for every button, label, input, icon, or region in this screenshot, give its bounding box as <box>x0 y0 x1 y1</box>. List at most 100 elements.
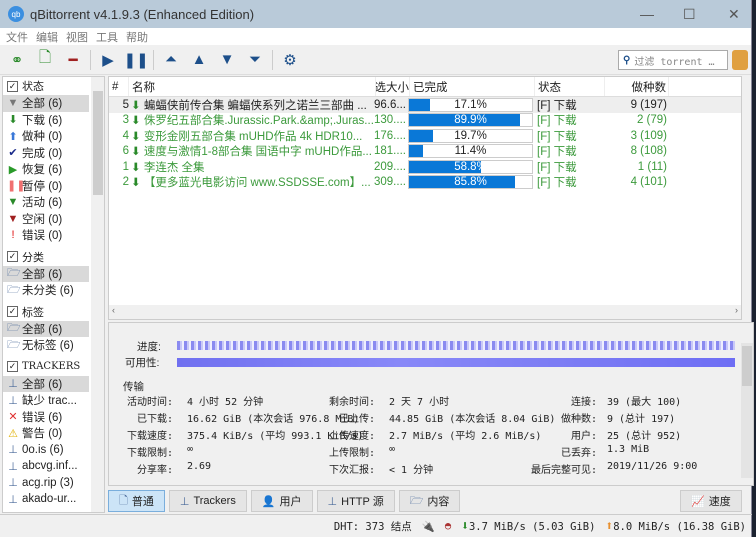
torrent-seeds: 3 (109) <box>630 129 667 142</box>
exclamation-icon: ! <box>11 229 15 242</box>
category-item[interactable]: 🗁 未分类 (6) <box>3 282 89 299</box>
table-row[interactable]: 1 ⬇ 李连杰 全集 209.... 58.8% [F] 下载 1 (11) <box>109 159 741 175</box>
minimize-button[interactable]: — <box>640 6 654 22</box>
scrollbar-thumb[interactable] <box>93 91 103 195</box>
tag-header[interactable]: ✓ 标签 <box>3 303 104 321</box>
details-scrollbar[interactable] <box>741 343 753 478</box>
category-header[interactable]: ✓ 分类 <box>3 248 104 266</box>
torrent-name: 速度与激情1-8部合集 国语中字 mUHD作品... <box>143 146 372 159</box>
connection-status-icon[interactable]: 🔌 <box>422 520 435 533</box>
status-filter-item[interactable]: ▼ 全部 (6) <box>3 95 89 112</box>
arrow-down-icon: ⬇ <box>8 114 18 127</box>
status-bar: DHT: 373 结点 🔌 ◓ ⬇3.7 MiB/s (5.03 GiB) ⬆8… <box>0 514 752 537</box>
tag-item[interactable]: 🗁 全部 (6) <box>3 320 89 337</box>
gear-icon[interactable]: ⚙ <box>279 49 301 71</box>
status-filter-item[interactable]: ✔ 完成 (0) <box>3 145 89 162</box>
app-window: qb qBittorrent v4.1.9.3 (Enhanced Editio… <box>0 0 754 537</box>
progress-bar: 17.1% <box>408 97 533 112</box>
progress-bar: 58.8% <box>408 159 533 174</box>
detail-label: 已丢弃: <box>560 448 597 459</box>
detail-value: 2019/11/26 9:00 <box>607 461 698 472</box>
close-button[interactable]: ✕ <box>728 6 740 23</box>
status-filter-item[interactable]: ⬇ 下载 (6) <box>3 112 89 129</box>
status-filter-item[interactable]: ▼ 活动 (6) <box>3 194 89 211</box>
column-size[interactable]: 选大小 <box>376 77 410 96</box>
column-seeds[interactable]: 做种数 <box>605 77 669 96</box>
add-torrent-file-icon[interactable]: 🗋 <box>34 49 56 71</box>
table-row[interactable]: 4 ⬇ 变形金刚五部合集 mUHD作品 4k HDR10... 176.... 19.… <box>109 128 741 144</box>
search-icon: ⚲ <box>623 54 631 66</box>
sidebar-scrollbar[interactable] <box>91 77 104 512</box>
chart-icon: 📈 <box>691 495 705 508</box>
detail-label: 活动时间: <box>126 397 173 408</box>
tab-2[interactable]: 👤 用户 <box>250 490 313 512</box>
torrent-seeds: 9 (197) <box>630 98 667 111</box>
tab-0[interactable]: 🗋 普通 <box>108 490 165 512</box>
move-down-icon[interactable]: ▼ <box>216 49 238 71</box>
tab-speed[interactable]: 📈 速度 <box>680 490 742 512</box>
tracker-filter-item[interactable]: ⊥ abcvg.inf... <box>3 458 89 475</box>
menu-bar: 文件 编辑 视图 工具 帮助 <box>0 28 751 45</box>
checkbox-icon[interactable]: ✓ <box>7 251 18 262</box>
column-progress[interactable]: 已完成 <box>410 77 535 96</box>
maximize-button[interactable]: ☐ <box>683 6 696 23</box>
menu-view[interactable]: 视图 <box>66 29 88 45</box>
status-filter-item[interactable]: ❚❚ 暂停 (0) <box>3 178 89 195</box>
add-torrent-link-icon[interactable]: ⚭ <box>6 49 28 71</box>
tracker-filter-item[interactable]: ⊥ 全部 (6) <box>3 375 89 392</box>
torrent-status: [F] 下载 <box>537 161 577 174</box>
checkbox-icon[interactable]: ✓ <box>7 361 18 372</box>
tracker-filter-item[interactable]: ⊥ 缺少 trac... <box>3 392 89 409</box>
table-row[interactable]: 3 ⬇ 侏罗纪五部合集.Jurassic.Park.&amp;.Juras... 1… <box>109 113 741 129</box>
detail-value: 1.3 MiB <box>607 444 650 455</box>
users-icon: 👤 <box>261 495 276 508</box>
status-filter-item[interactable]: ▼ 空闲 (0) <box>3 211 89 228</box>
column-name[interactable]: 名称 <box>129 77 376 96</box>
progress-bar: 89.9% <box>408 113 533 128</box>
status-header[interactable]: ✓ 状态 <box>3 77 104 95</box>
pause-icon[interactable]: ❚❚ <box>123 49 148 71</box>
checkbox-icon[interactable]: ✓ <box>7 80 18 92</box>
tab-3[interactable]: ⊥ HTTP 源 <box>316 490 395 512</box>
tracker-filter-item[interactable]: ⊥ acg.rip (3) <box>3 475 89 492</box>
tracker-icon: ⊥ <box>8 444 18 457</box>
table-row[interactable]: 6 ⬇ 速度与激情1-8部合集 国语中字 mUHD作品... 181.... 11.4… <box>109 144 741 160</box>
speed-limit-icon[interactable]: ◓ <box>445 520 451 532</box>
move-bottom-icon[interactable]: ⏷ <box>244 49 266 71</box>
move-top-icon[interactable]: ⏶ <box>160 49 182 71</box>
status-filter-item[interactable]: ▶ 恢复 (6) <box>3 161 89 178</box>
category-item[interactable]: 🗁 全部 (6) <box>3 265 89 282</box>
tracker-filter-item[interactable]: ⊥ 0o.is (6) <box>3 442 89 459</box>
tracker-filter-item[interactable]: ✕ 错误 (6) <box>3 409 89 426</box>
tracker-header[interactable]: ✓ TRACKERS <box>3 358 104 376</box>
torrent-status: [F] 下载 <box>537 99 577 112</box>
filter-input[interactable]: ⚲ 过滤 torrent … <box>618 50 728 70</box>
detail-label: 下载限制: <box>126 448 173 459</box>
checkbox-icon[interactable]: ✓ <box>7 306 18 317</box>
menu-tools[interactable]: 工具 <box>96 29 118 45</box>
tag-item[interactable]: 🗁 无标签 (6) <box>3 337 89 354</box>
menu-file[interactable]: 文件 <box>6 29 28 45</box>
status-filter-item[interactable]: ! 错误 (0) <box>3 227 89 244</box>
resume-icon[interactable]: ▶ <box>97 49 119 71</box>
torrent-name: 【更多蓝光电影访问 www.SSDSSE.com】... <box>143 177 371 190</box>
menu-edit[interactable]: 编辑 <box>36 29 58 45</box>
lock-icon[interactable] <box>732 50 748 70</box>
move-up-icon[interactable]: ▲ <box>188 49 210 71</box>
tab-4[interactable]: 🗁 内容 <box>398 490 461 512</box>
tracker-filter-item[interactable]: ⊥ akado-ur... <box>3 491 89 508</box>
table-row[interactable]: 2 ⬇ 【更多蓝光电影访问 www.SSDSSE.com】... 309.... 85… <box>109 175 741 191</box>
table-row[interactable]: 5 ⬇ 蝙蝠侠前传合集 蝙蝠侠系列之诺兰三部曲 ... 96.6... 17.1% [F… <box>109 97 741 113</box>
status-filter-item[interactable]: ⬆ 做种 (0) <box>3 128 89 145</box>
tracker-filter-item[interactable]: ⚠ 警告 (0) <box>3 425 89 442</box>
list-horizontal-scrollbar[interactable]: ‹ › <box>109 305 741 319</box>
remove-icon[interactable]: ━ <box>62 49 84 71</box>
download-arrow-icon: ⬇ <box>131 115 144 128</box>
column-status[interactable]: 状态 <box>535 77 605 96</box>
tab-1[interactable]: ⊥ Trackers <box>168 490 247 512</box>
separator <box>272 49 273 70</box>
progress-bar: 19.7% <box>408 128 533 143</box>
progress-bar: 11.4% <box>408 144 533 159</box>
menu-help[interactable]: 帮助 <box>126 29 148 45</box>
column-number[interactable]: # <box>109 77 129 96</box>
